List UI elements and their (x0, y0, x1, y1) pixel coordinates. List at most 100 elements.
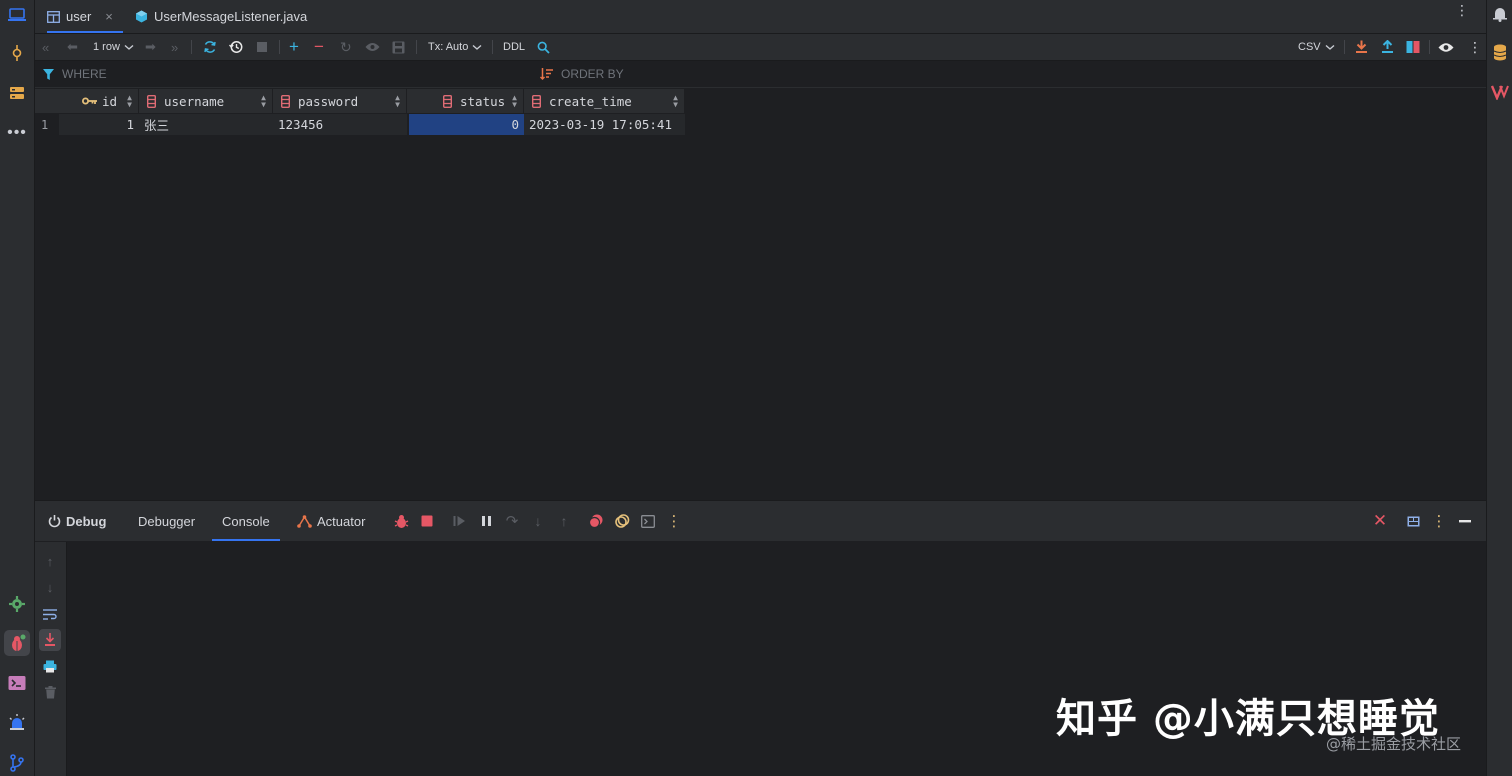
column-header-password[interactable]: password ▲ ▼ (273, 89, 407, 113)
sort-arrows-icon[interactable]: ▲ ▼ (395, 94, 400, 109)
chevron-down-icon (124, 44, 134, 50)
editor-tab-bar: user × UserMessageListener.java ⋮ (35, 0, 1486, 34)
column-header-username[interactable]: username ▲ ▼ (139, 89, 273, 113)
print-icon[interactable] (39, 655, 61, 677)
structure-icon[interactable] (4, 80, 30, 106)
layout-settings-icon[interactable] (1405, 513, 1421, 529)
last-page-icon[interactable]: » (171, 34, 178, 60)
column-header-status[interactable]: status ▲ ▼ (407, 89, 524, 113)
transaction-mode-selector[interactable]: Tx: Auto (428, 34, 482, 60)
cell-id[interactable]: 1 (59, 114, 139, 135)
export-format-selector[interactable]: CSV (1298, 34, 1335, 60)
step-over-icon[interactable]: ↷ (504, 513, 520, 530)
column-header-password-label: password (298, 93, 359, 109)
chevron-down-icon (472, 44, 482, 50)
next-page-icon[interactable]: ➡ (145, 34, 156, 60)
mute-breakpoints-icon[interactable] (614, 513, 630, 529)
console-side-toolbar: ↑ ↓ (35, 542, 67, 776)
stop-debug-icon[interactable] (419, 513, 435, 529)
first-page-icon[interactable]: « (42, 34, 49, 60)
problems-icon[interactable] (4, 710, 30, 736)
project-icon[interactable] (4, 2, 30, 28)
notifications-icon[interactable] (1493, 6, 1507, 25)
where-filter[interactable]: WHERE (43, 61, 107, 87)
order-by-filter-label: ORDER BY (561, 67, 624, 81)
step-out-icon[interactable]: ↑ (556, 513, 572, 529)
primary-key-icon (82, 97, 97, 105)
pause-icon[interactable] (478, 513, 494, 529)
sort-arrows-icon[interactable]: ▲ ▼ (512, 94, 517, 109)
tab-user-label: user (66, 9, 92, 24)
column-icon (281, 94, 290, 108)
close-tab-icon[interactable]: × (105, 9, 113, 24)
scroll-down-icon[interactable]: ↓ (39, 576, 61, 598)
toolbar-separator (416, 40, 417, 54)
view-icon[interactable] (365, 34, 380, 60)
evaluate-console-icon[interactable] (640, 513, 656, 529)
database-icon[interactable] (1493, 44, 1507, 65)
sort-arrows-icon[interactable]: ▲ ▼ (127, 94, 132, 109)
tab-user-message-listener[interactable]: UserMessageListener.java (135, 0, 307, 33)
soft-wrap-icon[interactable] (39, 603, 61, 625)
revert-icon[interactable]: ↻ (340, 34, 352, 60)
transaction-mode-label: Tx: Auto (428, 41, 469, 53)
history-icon[interactable] (229, 34, 243, 60)
tab-user-message-listener-label: UserMessageListener.java (154, 9, 308, 24)
cell-status[interactable]: 0 (409, 114, 524, 135)
rows-selector[interactable]: 1 row (93, 34, 134, 60)
tab-options-icon[interactable]: ⋮ (1455, 3, 1469, 17)
sort-arrows-icon[interactable]: ▲ ▼ (673, 94, 678, 109)
power-icon (48, 515, 61, 528)
left-activity-bar: ••• (0, 0, 35, 776)
preview-eye-icon[interactable] (1438, 34, 1454, 60)
export-download-icon[interactable] (1355, 34, 1368, 60)
cell-create-time[interactable]: 2023-03-19 17:05:41 (524, 114, 685, 135)
filter-icon (43, 68, 54, 80)
toolbar-more-icon[interactable]: ⋮ (1468, 34, 1482, 60)
cell-password[interactable]: 123456 (273, 114, 407, 135)
tab-user[interactable]: user × (47, 0, 123, 33)
where-filter-label: WHERE (62, 67, 107, 81)
git-branch-icon[interactable] (4, 750, 30, 776)
toolbar-separator (1344, 40, 1345, 54)
clear-all-icon[interactable] (39, 681, 61, 703)
debug-title: Debug (48, 501, 106, 541)
column-icon (443, 94, 452, 108)
ddl-button[interactable]: DDL (503, 34, 525, 60)
vue-plugin-icon[interactable] (1490, 84, 1509, 103)
toolbar-separator (1429, 40, 1430, 54)
tab-actuator[interactable]: Actuator (297, 501, 365, 541)
close-debug-icon[interactable]: ✕ (1372, 511, 1388, 530)
import-upload-icon[interactable] (1381, 34, 1394, 60)
actuator-icon (297, 514, 312, 528)
panel-options-icon[interactable]: ⋮ (1431, 513, 1447, 530)
commit-icon[interactable] (4, 40, 30, 66)
debug-tool-icon[interactable] (4, 630, 30, 656)
step-into-icon[interactable]: ↓ (530, 513, 546, 529)
refresh-icon[interactable] (203, 34, 217, 60)
previous-page-icon[interactable]: ⬅ (67, 34, 78, 60)
scroll-up-icon[interactable]: ↑ (39, 550, 61, 572)
minimize-panel-icon[interactable] (1457, 513, 1473, 529)
tab-debugger[interactable]: Debugger (138, 501, 195, 541)
tab-console[interactable]: Console (212, 501, 280, 541)
add-row-icon[interactable]: + (289, 34, 299, 60)
more-tools-icon[interactable]: ••• (4, 120, 30, 146)
rerun-debug-icon[interactable] (393, 513, 409, 529)
column-header-create-time[interactable]: create_time ▲ ▼ (524, 89, 685, 113)
services-icon[interactable] (4, 591, 30, 617)
view-breakpoints-icon[interactable] (588, 513, 604, 529)
submit-icon[interactable] (392, 34, 405, 60)
resume-icon[interactable] (451, 513, 467, 529)
terminal-icon[interactable] (4, 670, 30, 696)
delete-row-icon[interactable]: − (314, 34, 324, 60)
column-header-id[interactable]: id ▲ ▼ (35, 89, 139, 113)
compare-icon[interactable] (1406, 34, 1420, 60)
stop-icon[interactable] (256, 34, 268, 60)
search-icon[interactable] (537, 34, 550, 60)
sort-arrows-icon[interactable]: ▲ ▼ (261, 94, 266, 109)
debug-more-icon[interactable]: ⋮ (666, 513, 682, 530)
scroll-to-end-icon[interactable] (39, 629, 61, 651)
order-by-filter[interactable]: ORDER BY (540, 61, 624, 87)
cell-username[interactable]: 张三 (139, 114, 273, 135)
